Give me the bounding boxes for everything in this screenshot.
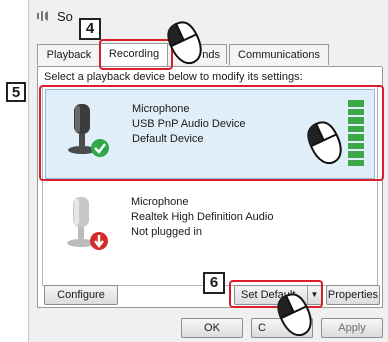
device-name: Microphone xyxy=(131,196,189,208)
device-item-realtek-microphone[interactable]: Microphone Realtek High Definition Audio… xyxy=(45,183,373,271)
speaker-icon xyxy=(37,11,48,21)
screenshot-stage: 5 So Playback Recording nds Communicatio… xyxy=(0,0,388,342)
device-status: Not plugged in xyxy=(131,226,202,238)
configure-button[interactable]: Configure xyxy=(44,285,118,305)
tab-playback[interactable]: Playback xyxy=(37,44,101,65)
mouse-click-icon xyxy=(167,21,202,65)
device-detail: Realtek High Definition Audio xyxy=(131,211,274,223)
tab-communications[interactable]: Communications xyxy=(229,44,329,65)
tab-bar: Playback Recording nds Communications xyxy=(37,43,382,67)
device-info: Microphone Realtek High Definition Audio… xyxy=(131,195,273,240)
mouse-click-icon xyxy=(307,121,342,165)
sound-dialog: So Playback Recording nds Communications… xyxy=(28,0,388,342)
step-6-callout: 6 xyxy=(203,272,225,294)
step-4-callout: 4 xyxy=(79,18,101,40)
instruction-text: Select a playback device below to modify… xyxy=(44,71,303,83)
ok-button[interactable]: OK xyxy=(181,318,243,338)
window-title: So xyxy=(57,9,73,24)
properties-button[interactable]: Properties xyxy=(326,285,380,305)
recording-tab-highlight xyxy=(99,39,173,70)
step-5-callout: 5 xyxy=(6,82,26,102)
unplugged-arrow-icon xyxy=(90,232,108,250)
mouse-click-icon xyxy=(277,293,312,337)
apply-button[interactable]: Apply xyxy=(321,318,383,338)
